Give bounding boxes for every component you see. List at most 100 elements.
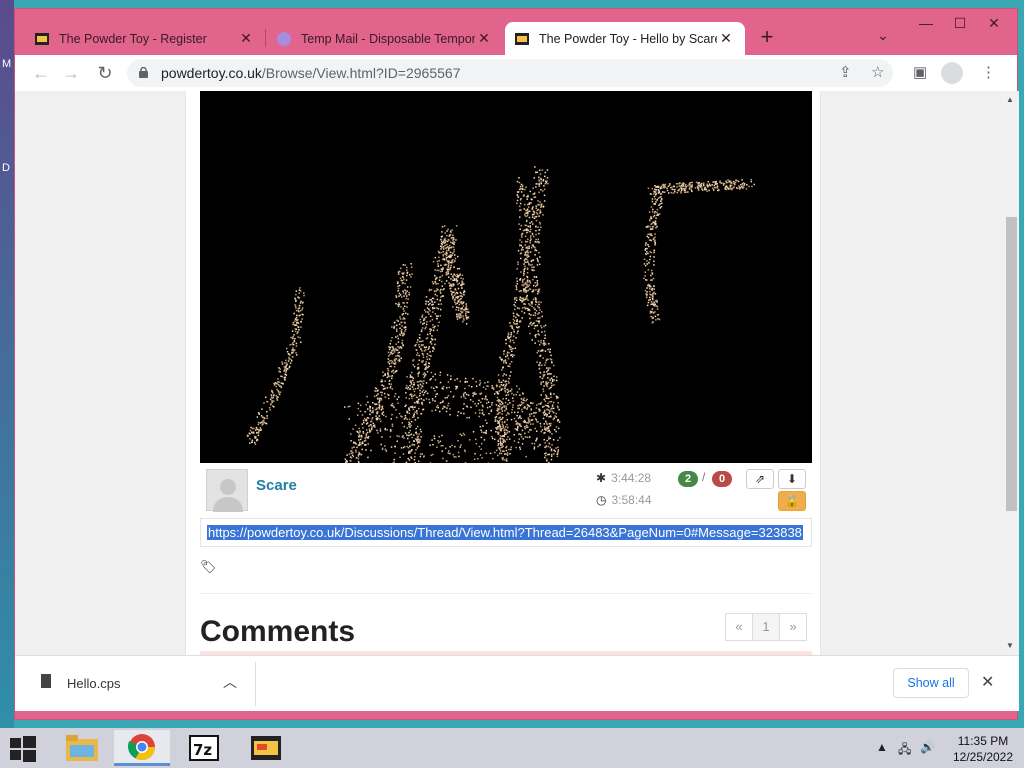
- particle-dot: [460, 412, 462, 414]
- 7zip-taskbar-button[interactable]: 7z: [176, 730, 232, 766]
- particle-dot: [390, 362, 393, 364]
- particle-dot: [443, 239, 446, 241]
- tab-hello-by-scare[interactable]: The Powder Toy - Hello by Scare ✕: [505, 22, 745, 55]
- particle-dot: [447, 228, 449, 231]
- new-tab-button[interactable]: +: [755, 25, 779, 49]
- tag-icon[interactable]: 🏷: [200, 559, 217, 575]
- show-all-button[interactable]: Show all: [893, 668, 969, 698]
- particle-dot: [460, 277, 462, 279]
- particle-dot: [435, 283, 437, 285]
- particle-dot: [387, 372, 389, 374]
- particle-dot: [369, 429, 371, 432]
- maximize-button[interactable]: ☐: [945, 12, 975, 34]
- particle-dot: [257, 412, 260, 414]
- pager-prev-button[interactable]: «: [725, 613, 753, 641]
- particle-dot: [397, 341, 400, 343]
- tab-search-chevron-icon[interactable]: ⌄: [877, 27, 889, 44]
- particle-dot: [464, 391, 466, 394]
- scroll-up-arrow-icon[interactable]: ▲: [1006, 95, 1014, 104]
- particle-dot: [388, 348, 391, 351]
- particle-dot: [439, 290, 441, 292]
- close-icon[interactable]: ✕: [981, 672, 994, 692]
- windows-start-icon[interactable]: [10, 736, 36, 762]
- author-name-link[interactable]: Scare: [256, 477, 297, 494]
- download-file-name[interactable]: Hello.cps: [67, 676, 120, 691]
- particle-dot: [546, 427, 548, 429]
- pager-page-button[interactable]: 1: [752, 613, 780, 641]
- particle-dot: [549, 437, 552, 440]
- address-bar[interactable]: powdertoy.co.uk/Browse/View.html?ID=2965…: [127, 59, 893, 87]
- particle-dot: [419, 392, 421, 395]
- close-icon[interactable]: ✕: [717, 30, 735, 47]
- particle-dot: [381, 447, 384, 450]
- particle-dot: [402, 302, 404, 304]
- network-icon[interactable]: 🖧: [898, 740, 911, 761]
- share-icon[interactable]: ⇪: [839, 63, 852, 81]
- url-text[interactable]: powdertoy.co.uk/Browse/View.html?ID=2965…: [161, 65, 461, 81]
- particle-dot: [649, 293, 651, 296]
- profile-avatar-icon[interactable]: [941, 62, 963, 84]
- selected-link-text[interactable]: https://powdertoy.co.uk/Discussions/Thre…: [207, 525, 803, 540]
- system-clock[interactable]: 11:35 PM 12/25/2022: [948, 733, 1018, 765]
- scroll-down-arrow-icon[interactable]: ▼: [1006, 641, 1014, 650]
- chrome-taskbar-button[interactable]: [114, 730, 170, 766]
- volume-icon[interactable]: 🔊: [920, 740, 935, 754]
- minimize-button[interactable]: —: [911, 12, 941, 34]
- particle-dot: [456, 385, 458, 388]
- forward-button[interactable]: →: [59, 61, 83, 85]
- particle-dot: [654, 188, 656, 191]
- side-panel-icon[interactable]: ▣: [913, 63, 927, 81]
- save-preview-image[interactable]: [200, 91, 812, 463]
- tab-register[interactable]: The Powder Toy - Register ✕: [25, 22, 265, 55]
- particle-dot: [423, 372, 426, 374]
- particle-dot: [359, 430, 361, 432]
- particle-dot: [413, 383, 415, 386]
- close-window-button[interactable]: ✕: [979, 12, 1009, 34]
- particle-dot: [302, 301, 304, 304]
- menu-kebab-icon[interactable]: ⋮: [981, 63, 996, 81]
- show-hidden-icons-chevron-icon[interactable]: ▲: [876, 740, 888, 754]
- pager-next-button[interactable]: »: [779, 613, 807, 641]
- particle-dot: [648, 299, 650, 302]
- back-button[interactable]: ←: [29, 61, 53, 85]
- scrollbar-thumb[interactable]: [1006, 217, 1017, 511]
- particle-dot: [422, 354, 425, 356]
- particle-dot: [439, 315, 442, 317]
- chevron-up-icon[interactable]: ︿: [223, 672, 237, 692]
- particle-dot: [455, 303, 457, 305]
- particle-dot: [426, 353, 429, 355]
- particle-dot: [654, 233, 656, 235]
- file-explorer-taskbar-button[interactable]: [54, 730, 110, 766]
- close-icon[interactable]: ✕: [237, 30, 255, 47]
- particle-dot: [423, 346, 426, 348]
- reload-button[interactable]: ↻: [93, 61, 117, 85]
- open-in-game-button[interactable]: ⇗: [746, 469, 774, 489]
- lock-button[interactable]: 🔒: [778, 491, 806, 511]
- particle-dot: [551, 453, 553, 456]
- powder-toy-taskbar-button[interactable]: [238, 730, 294, 766]
- tab-temp-mail[interactable]: Temp Mail - Disposable Temporary ✕: [267, 22, 503, 55]
- particle-dot: [285, 371, 287, 373]
- page-scrollbar[interactable]: ▲ ▼: [1003, 91, 1019, 655]
- author-avatar[interactable]: [206, 469, 248, 512]
- close-icon[interactable]: ✕: [475, 30, 493, 47]
- particle-dot: [422, 356, 425, 359]
- particle-dot: [408, 452, 410, 454]
- save-link-box[interactable]: https://powdertoy.co.uk/Discussions/Thre…: [200, 519, 812, 547]
- particle-dot: [517, 314, 520, 317]
- particle-dot: [421, 401, 423, 404]
- particle-dot: [495, 404, 498, 406]
- particle-dot: [367, 408, 369, 410]
- download-button[interactable]: ⬇: [778, 469, 806, 489]
- particle-dot: [417, 398, 420, 401]
- particle-dot: [647, 252, 649, 255]
- particle-dot: [272, 395, 275, 397]
- particle-dot: [511, 397, 514, 399]
- particle-dot: [398, 412, 401, 415]
- section-divider: [200, 593, 812, 594]
- bookmark-star-icon[interactable]: ☆: [871, 63, 884, 81]
- particle-dot: [516, 199, 519, 202]
- particle-dot: [527, 309, 529, 311]
- particle-dot: [416, 349, 418, 351]
- particle-dot: [649, 290, 651, 293]
